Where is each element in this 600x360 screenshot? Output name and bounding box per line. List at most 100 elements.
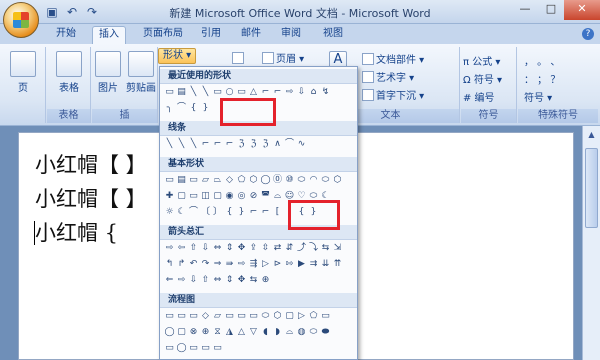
wordart-button[interactable]: 艺术字 ▾ [362, 69, 414, 84]
shape-item[interactable]: ▭ [164, 87, 175, 98]
shape-item[interactable]: ⊳ [272, 259, 283, 270]
shape-item[interactable]: ⇐ [164, 275, 175, 286]
tab-home[interactable]: 开始 [50, 26, 82, 44]
shape-item[interactable]: ▢ [176, 327, 187, 338]
shape-item[interactable]: ◎ [236, 191, 247, 202]
shape-item[interactable]: ⊕ [200, 327, 211, 338]
shape-item[interactable]: ⌐ [212, 139, 223, 150]
shape-item[interactable]: ⤵ [308, 243, 319, 254]
symbol-button[interactable]: Ω 符号 ▾ [463, 71, 502, 86]
shape-item[interactable]: ✚ [164, 191, 175, 202]
shape-item[interactable]: ⇩ [296, 87, 307, 98]
dropcap-button[interactable]: 首字下沉 ▾ [362, 87, 424, 102]
shape-item[interactable]: ╲ [200, 87, 211, 98]
shape-item[interactable]: ⊗ [188, 327, 199, 338]
tab-insert[interactable]: 插入 [92, 26, 126, 44]
shape-item[interactable]: ⤴ [296, 243, 307, 254]
shape-item[interactable]: ☼ [164, 207, 175, 218]
shape-item[interactable]: ⬭ [296, 175, 307, 186]
shape-item[interactable]: ⇨ [176, 275, 187, 286]
shape-item[interactable]: ▤ [176, 87, 187, 98]
clipart-button[interactable]: 剪贴画 [124, 51, 158, 94]
shape-item[interactable]: ◗ [272, 327, 283, 338]
shape-item[interactable]: ℨ [236, 139, 247, 150]
shape-item[interactable]: ⬡ [248, 175, 259, 186]
shape-item[interactable]: ⧖ [212, 327, 223, 338]
shape-item[interactable]: ⑩ [284, 175, 295, 186]
shape-item[interactable]: ○ [224, 87, 235, 98]
scroll-thumb[interactable] [585, 148, 598, 228]
shape-item[interactable]: ↰ [164, 259, 175, 270]
shape-item[interactable]: ▭ [224, 311, 235, 322]
shape-item[interactable]: ▭ [164, 175, 175, 186]
special-symbol-button[interactable]: 符号 ▾ [524, 89, 552, 104]
shape-item[interactable]: ⇕ [224, 243, 235, 254]
shape-item[interactable]: { [188, 103, 199, 114]
shape-item[interactable]: ↷ [200, 259, 211, 270]
shape-item[interactable]: ▢ [284, 311, 295, 322]
shape-item[interactable]: ✥ [236, 275, 247, 286]
shape-item[interactable]: ▭ [164, 343, 175, 354]
shape-item[interactable]: ◍ [296, 327, 307, 338]
shape-item[interactable]: ⇉ [308, 259, 319, 270]
shape-item[interactable]: ⌒ [284, 139, 295, 150]
smartart-button[interactable] [232, 52, 246, 65]
shape-item[interactable]: ⌐ [200, 139, 211, 150]
formula-button[interactable]: π 公式 ▾ [463, 53, 500, 68]
shape-item[interactable]: ⌒ [188, 207, 199, 218]
shape-item[interactable]: ⌐ [260, 207, 271, 218]
shape-item[interactable]: ╲ [164, 139, 175, 150]
picture-button[interactable]: 图片 [94, 51, 122, 94]
shape-item[interactable]: ◯ [176, 343, 187, 354]
shape-item[interactable]: ⇆ [248, 275, 259, 286]
shape-item[interactable]: ∿ [296, 139, 307, 150]
shape-item[interactable]: ⏢ [212, 175, 223, 186]
shape-item[interactable]: ▱ [200, 175, 211, 186]
shape-item[interactable]: ◉ [224, 191, 235, 202]
shape-item[interactable]: ◖ [260, 327, 271, 338]
shape-item[interactable]: △ [248, 87, 259, 98]
shape-item[interactable]: ⇳ [260, 243, 271, 254]
shape-item[interactable]: ⊘ [248, 191, 259, 202]
shape-item[interactable]: ◫ [200, 191, 211, 202]
shape-item[interactable]: ⇔ [212, 275, 223, 286]
shape-item[interactable]: ▭ [164, 311, 175, 322]
shape-item[interactable]: ▢ [212, 191, 223, 202]
doc-parts-button[interactable]: 文档部件 ▾ [362, 51, 424, 66]
office-button[interactable] [3, 2, 39, 38]
shape-item[interactable]: ▭ [188, 175, 199, 186]
shape-item[interactable]: ⇒ [212, 259, 223, 270]
tab-review[interactable]: 审阅 [276, 26, 306, 44]
shape-item[interactable]: ⊕ [260, 275, 271, 286]
special-symbols-row-2[interactable]: ： ； ？ [524, 71, 560, 86]
shape-item[interactable]: ◇ [200, 311, 211, 322]
shape-item[interactable]: ▢ [176, 191, 187, 202]
shape-item[interactable]: ⇨ [236, 259, 247, 270]
shape-item[interactable]: ⬭ [320, 175, 331, 186]
header-button[interactable]: 页眉 ▾ [262, 50, 304, 65]
shape-item[interactable]: ▽ [248, 327, 259, 338]
shape-item[interactable]: ▭ [188, 343, 199, 354]
maximize-button[interactable]: □ [538, 0, 564, 20]
shape-item[interactable]: ◠ [308, 175, 319, 186]
shape-item[interactable]: ☾ [176, 207, 187, 218]
shape-item[interactable]: ◮ [224, 327, 235, 338]
shape-item[interactable]: ▤ [176, 175, 187, 186]
shape-item[interactable]: ⇔ [212, 243, 223, 254]
shape-item[interactable]: ▷ [296, 311, 307, 322]
shape-item[interactable]: ◯ [164, 327, 175, 338]
shape-item[interactable]: ⇧ [200, 275, 211, 286]
shape-item[interactable]: } [200, 103, 211, 114]
shape-item[interactable]: ⬠ [236, 175, 247, 186]
shape-item[interactable]: ◇ [224, 175, 235, 186]
shape-item[interactable]: ⇆ [320, 243, 331, 254]
scroll-up-icon[interactable]: ▲ [585, 128, 598, 142]
shape-item[interactable]: ⬠ [308, 311, 319, 322]
shape-item[interactable]: ⇦ [176, 243, 187, 254]
shape-item[interactable]: ⇲ [332, 243, 343, 254]
shape-item[interactable]: ⇰ [284, 259, 295, 270]
special-symbols-row-1[interactable]: ， 。 、 [524, 53, 560, 68]
shape-item[interactable]: ▭ [188, 311, 199, 322]
shape-item[interactable]: △ [236, 327, 247, 338]
shape-item[interactable]: ⇨ [284, 87, 295, 98]
